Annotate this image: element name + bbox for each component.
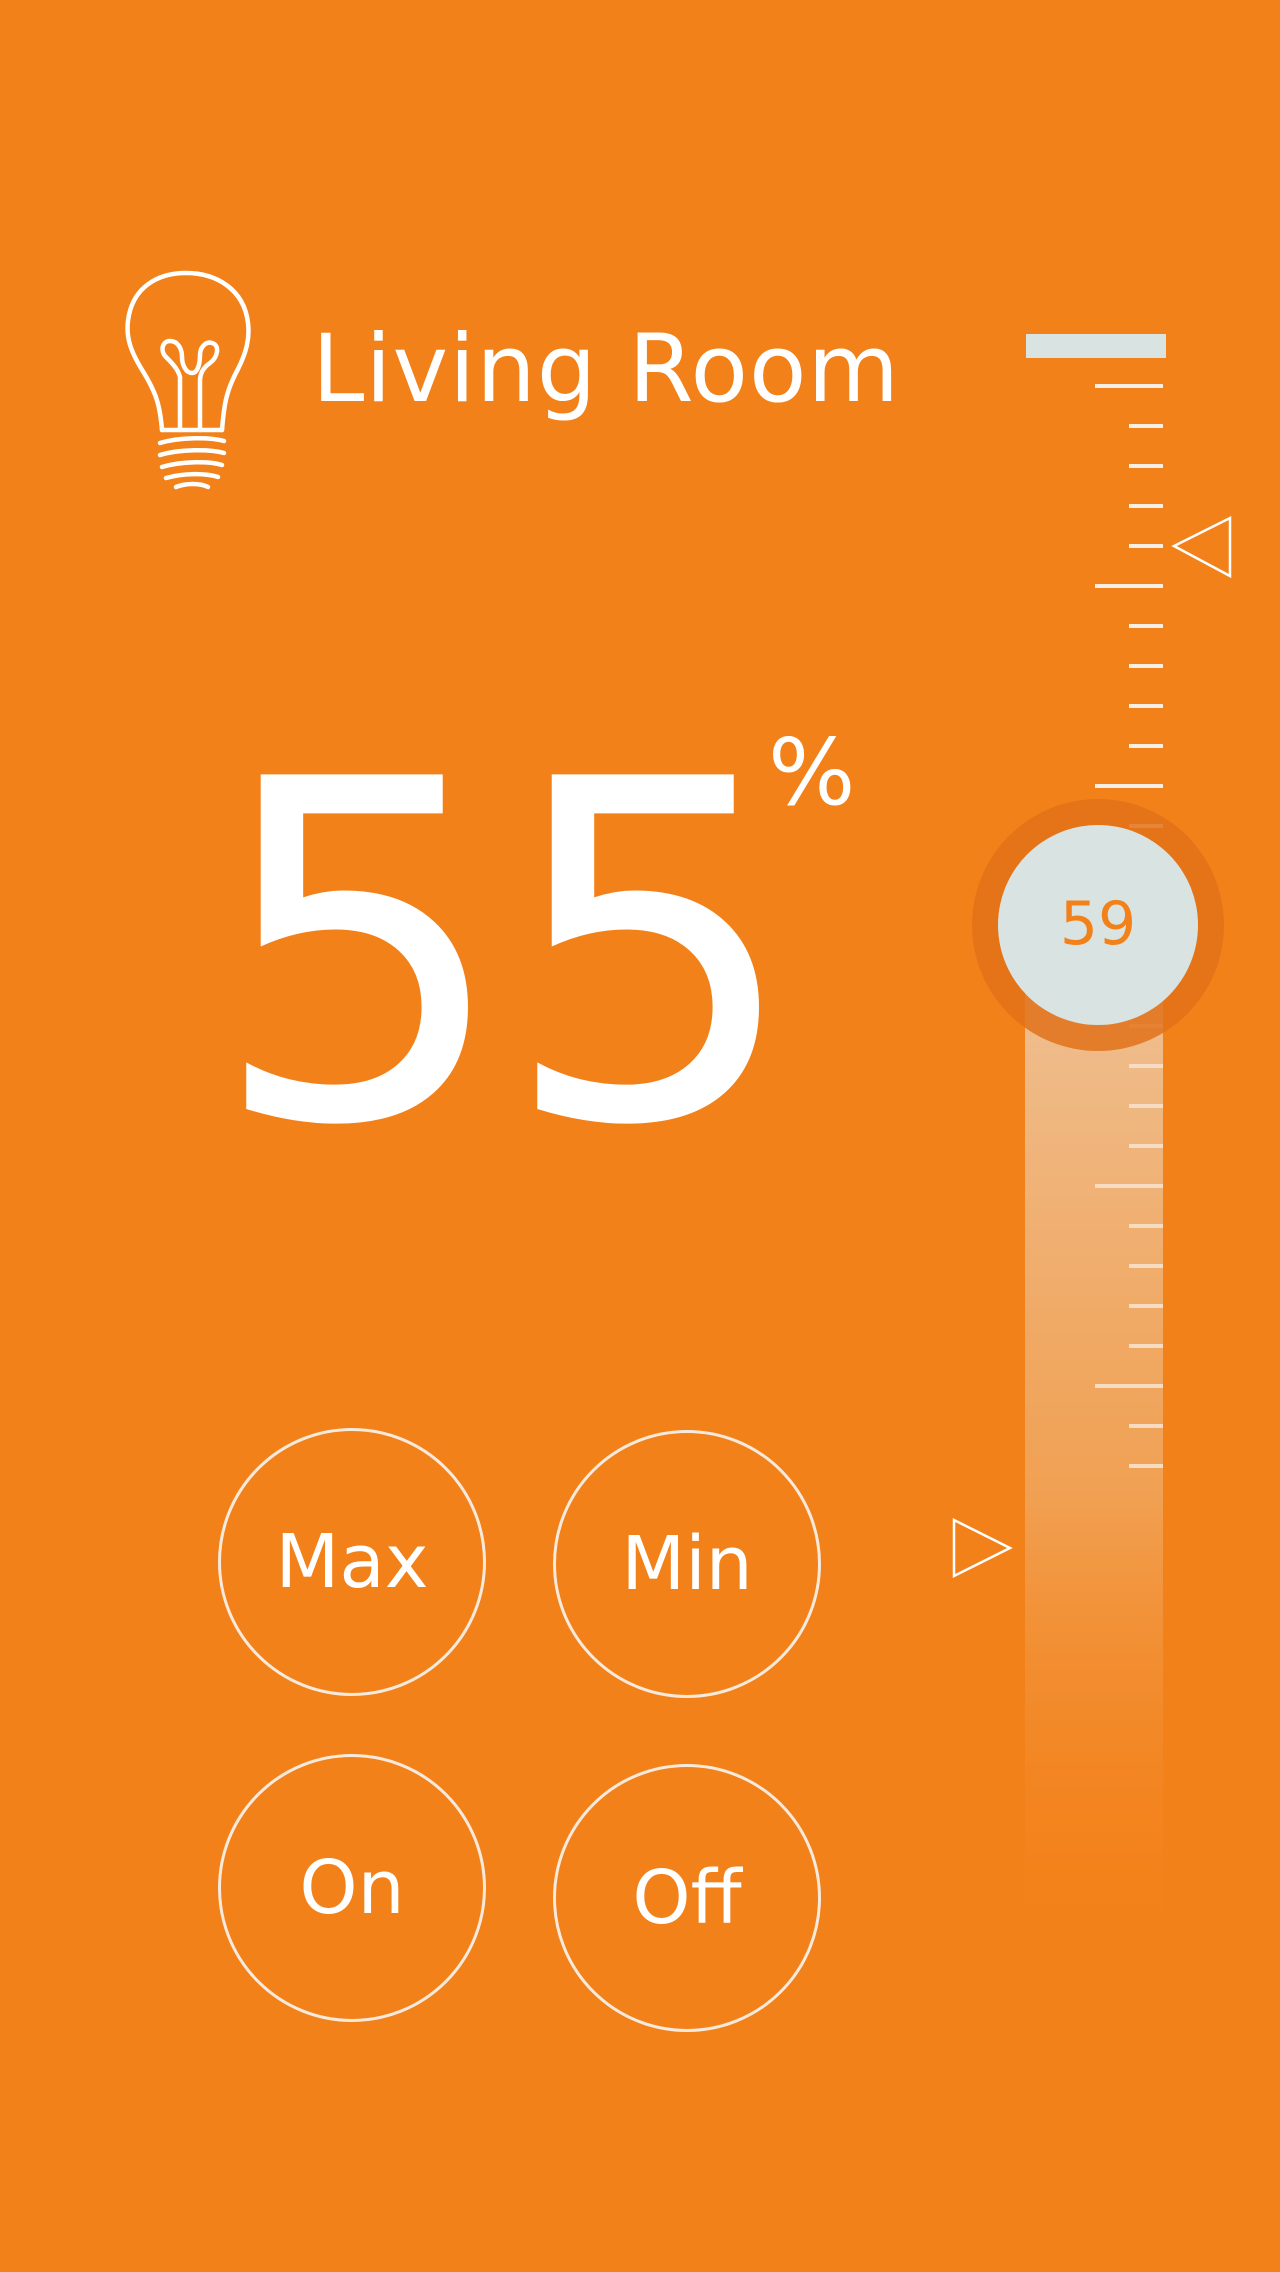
slider-top-cap <box>1026 334 1166 358</box>
upper-marker-icon[interactable] <box>1171 515 1232 579</box>
slider-knob-value: 59 <box>1059 889 1137 959</box>
dimmer-screen: Living Room 55 % Max Min On Off 59 <box>0 0 1280 2272</box>
slider-fill <box>1025 925 1163 1960</box>
brightness-slider[interactable] <box>0 0 1280 2272</box>
lower-marker-icon[interactable] <box>952 1517 1013 1579</box>
